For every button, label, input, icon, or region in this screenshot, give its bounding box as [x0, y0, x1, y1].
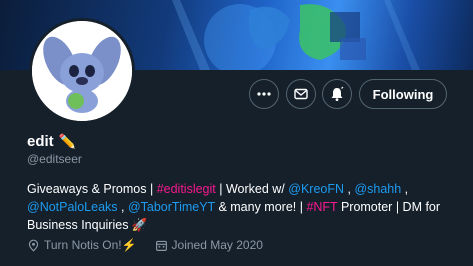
notifications-button[interactable] — [322, 79, 352, 109]
mention-link[interactable]: @NotPaloLeaks — [27, 200, 118, 214]
bio-text: Giveaways & Promos | — [27, 182, 157, 196]
profile-joined-date: Joined May 2020 — [171, 238, 263, 252]
bio-text: , — [344, 182, 355, 196]
hashtag-link[interactable]: #NFT — [306, 200, 337, 214]
bio-text: , — [117, 200, 128, 214]
mention-link[interactable]: @TaborTimeYT — [128, 200, 215, 214]
bell-icon — [331, 86, 344, 101]
profile-bio: Giveaways & Promos | #editislegit | Work… — [27, 180, 457, 234]
avatar-illustration — [32, 21, 132, 121]
more-icon — [257, 92, 271, 96]
calendar-icon — [155, 240, 167, 251]
mention-link[interactable]: @shahh — [354, 182, 401, 196]
message-button[interactable] — [286, 79, 316, 109]
rocket-emoji: 🚀 — [131, 218, 148, 232]
pencil-emoji: ✏️ — [58, 133, 77, 149]
location-pin-icon — [28, 239, 39, 252]
profile-name: edit — [27, 133, 54, 150]
bio-text: | Worked w/ — [215, 182, 289, 196]
profile-name-row: edit ✏️ — [27, 133, 76, 150]
profile-location: Turn Notis On!⚡ — [44, 238, 137, 252]
bio-text: & many more! | — [214, 200, 307, 214]
mention-link[interactable]: @KreoFN — [288, 182, 344, 196]
profile-avatar[interactable] — [29, 18, 135, 124]
profile-meta: Turn Notis On!⚡ Joined May 2020 — [27, 238, 263, 252]
more-button[interactable] — [249, 79, 279, 109]
bio-text: , — [401, 182, 409, 196]
following-button[interactable]: Following — [359, 79, 447, 109]
profile-handle: @editseer — [27, 152, 82, 166]
hashtag-link[interactable]: #editislegit — [157, 182, 216, 196]
envelope-icon — [294, 88, 308, 100]
